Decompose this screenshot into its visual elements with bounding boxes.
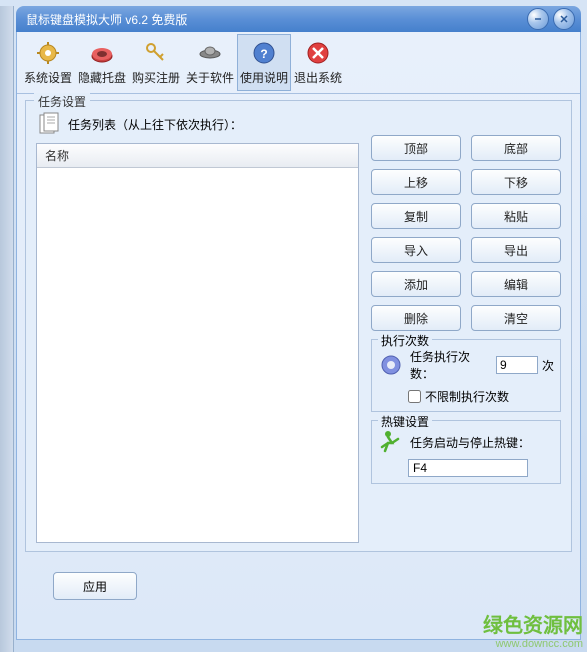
close-button[interactable] [553,8,575,30]
delete-button[interactable]: 删除 [371,305,461,331]
main-toolbar: 系统设置 隐藏托盘 购买注册 关于软件 ? 使用说明 退出系统 [17,32,580,94]
keys-icon [142,39,170,67]
watermark: 绿色资源网 www.downcc.com [483,609,583,650]
gear-blue-icon [378,352,404,378]
import-button[interactable]: 导入 [371,237,461,263]
clear-button[interactable]: 清空 [471,305,561,331]
export-button[interactable]: 导出 [471,237,561,263]
run-icon [378,429,404,455]
unlimited-label: 不限制执行次数 [425,388,509,405]
window-body: 系统设置 隐藏托盘 购买注册 关于软件 ? 使用说明 退出系统 任务设置 [16,32,581,640]
toolbar-help[interactable]: ? 使用说明 [237,34,291,91]
add-button[interactable]: 添加 [371,271,461,297]
copy-button[interactable]: 复制 [371,203,461,229]
paste-button[interactable]: 粘贴 [471,203,561,229]
exit-icon [304,39,332,67]
tray-icon [88,39,116,67]
ufo-icon [196,39,224,67]
toolbar-hide-tray[interactable]: 隐藏托盘 [75,34,129,91]
list-icon [36,111,62,137]
window-title: 鼠标键盘模拟大师 v6.2 免费版 [22,11,523,28]
watermark-line1: 绿色资源网 [483,609,583,638]
apply-button[interactable]: 应用 [53,572,137,600]
minimize-button[interactable] [527,8,549,30]
svg-text:?: ? [260,47,267,61]
toolbar-system-settings[interactable]: 系统设置 [21,34,75,91]
help-icon: ? [250,39,278,67]
left-scrollbar-edge [0,6,14,652]
toolbar-buy-register[interactable]: 购买注册 [129,34,183,91]
hotkey-label: 任务启动与停止热键： [410,434,530,451]
exec-count-group: 执行次数 任务执行次数： 次 不限制执行次数 [371,339,561,412]
exec-count-input[interactable] [496,356,538,374]
column-header-name[interactable]: 名称 [37,144,358,168]
bottom-button[interactable]: 底部 [471,135,561,161]
hotkey-title: 热键设置 [378,413,432,430]
hotkey-input[interactable] [408,459,528,477]
task-list[interactable]: 名称 [36,143,359,543]
task-list-label: 任务列表（从上往下依次执行）： [68,116,242,133]
exec-count-suffix: 次 [542,357,554,374]
down-button[interactable]: 下移 [471,169,561,195]
exec-title: 执行次数 [378,332,432,349]
exec-count-label: 任务执行次数： [410,348,492,382]
hotkey-group: 热键设置 任务启动与停止热键： [371,420,561,484]
up-button[interactable]: 上移 [371,169,461,195]
top-button[interactable]: 顶部 [371,135,461,161]
unlimited-checkbox[interactable] [408,390,421,403]
watermark-line2: www.downcc.com [483,638,583,650]
edit-button[interactable]: 编辑 [471,271,561,297]
group-title: 任务设置 [34,93,90,110]
toolbar-exit[interactable]: 退出系统 [291,34,345,91]
title-bar: 鼠标键盘模拟大师 v6.2 免费版 [16,6,581,32]
task-settings-group: 任务设置 任务列表（从上往下依次执行）： 名称 顶部 底部 上移 下移 复制 [25,100,572,552]
gear-icon [34,39,62,67]
toolbar-about[interactable]: 关于软件 [183,34,237,91]
